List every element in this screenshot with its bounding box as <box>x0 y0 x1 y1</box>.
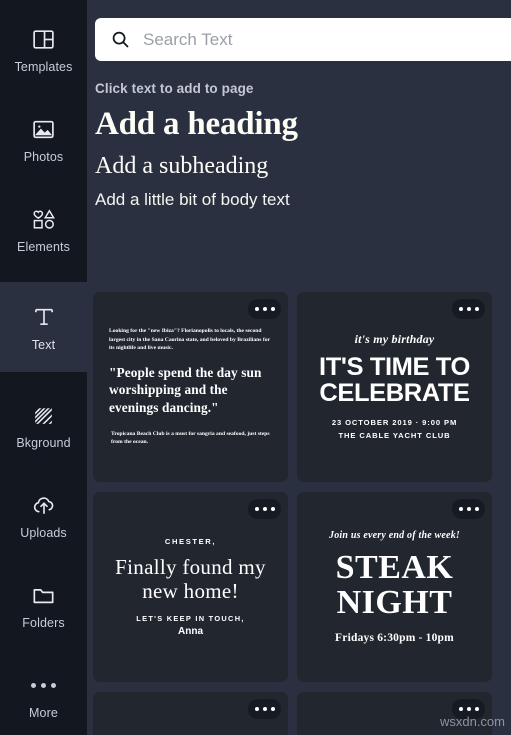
sidebar-label-folders: Folders <box>22 616 65 631</box>
card-more-dots-icon[interactable] <box>248 499 281 519</box>
template-text-name: Anna <box>178 626 203 638</box>
search-input[interactable] <box>143 24 511 55</box>
template-text-date: 23 OCTOBER 2019 · 9:00 PM <box>331 417 458 427</box>
card-more-dots-icon[interactable] <box>248 699 281 719</box>
app-root: Templates Photos Elements Text Bkground … <box>0 0 511 735</box>
sidebar-item-elements[interactable]: Elements <box>0 184 87 274</box>
add-body-text-option[interactable]: Add a little bit of body text <box>95 184 501 210</box>
sidebar-label-photos: Photos <box>23 150 64 165</box>
sidebar-item-uploads[interactable]: Uploads <box>0 470 87 560</box>
sidebar-item-text[interactable]: Text <box>0 282 87 372</box>
card-more-dots-icon[interactable] <box>452 299 485 319</box>
template-card[interactable]: it's my birthday IT'S TIME TO CELEBRATE … <box>297 292 492 482</box>
photos-icon <box>29 114 59 144</box>
add-heading-option[interactable]: Add a heading <box>95 104 501 149</box>
template-card[interactable] <box>297 692 492 735</box>
sidebar-label-bkground: Bkground <box>16 436 71 451</box>
template-text-kicker: CHESTER, <box>164 536 217 546</box>
sidebar-group-top: Templates Photos Elements <box>0 0 87 282</box>
template-card[interactable]: Join us every end of the week! STEAK NIG… <box>297 492 492 682</box>
sidebar-label-text: Text <box>31 338 56 353</box>
background-icon <box>29 400 59 430</box>
elements-icon <box>29 204 59 234</box>
template-text-signoff: LET'S KEEP IN TOUCH, <box>136 614 245 624</box>
search-icon <box>109 29 131 51</box>
folders-icon <box>29 580 59 610</box>
template-card-content: it's my birthday IT'S TIME TO CELEBRATE … <box>297 292 492 482</box>
template-text-title: IT'S TIME TO CELEBRATE <box>319 352 470 407</box>
sidebar-label-elements: Elements <box>17 240 70 255</box>
left-sidebar: Templates Photos Elements Text Bkground … <box>0 0 87 735</box>
panel-hint: Click text to add to page <box>95 81 254 96</box>
sidebar-item-templates[interactable]: Templates <box>0 4 87 94</box>
template-text-title: STEAK NIGHT <box>335 548 454 621</box>
template-card[interactable] <box>93 692 288 735</box>
template-card-content: CHESTER, Finally found my new home! LET'… <box>93 492 288 682</box>
card-more-dots-icon[interactable] <box>452 499 485 519</box>
sidebar-label-uploads: Uploads <box>20 526 67 541</box>
more-dots-icon <box>31 670 56 700</box>
search-bar[interactable] <box>95 18 511 61</box>
templates-icon <box>29 24 59 54</box>
template-text-script: it's my birthday <box>354 331 435 346</box>
template-text-intro: Looking for the "new Ibiza"? Florianopol… <box>109 328 270 351</box>
template-text-footer: Tropicana Beach Club is a must for sangr… <box>111 431 270 446</box>
template-card[interactable]: CHESTER, Finally found my new home! LET'… <box>93 492 288 682</box>
sidebar-item-more[interactable]: More <box>0 650 87 735</box>
uploads-icon <box>29 490 59 520</box>
sidebar-item-folders[interactable]: Folders <box>0 560 87 650</box>
template-card[interactable]: Looking for the "new Ibiza"? Florianopol… <box>93 292 288 482</box>
template-text-venue: THE CABLE YACHT CLUB <box>338 430 451 440</box>
template-grid: Looking for the "new Ibiza"? Florianopol… <box>93 292 511 735</box>
sidebar-label-templates: Templates <box>14 60 73 75</box>
template-text-main: Finally found my new home! <box>115 554 266 603</box>
sidebar-item-photos[interactable]: Photos <box>0 94 87 184</box>
card-more-dots-icon[interactable] <box>248 299 281 319</box>
text-style-list: Add a heading Add a subheading Add a lit… <box>95 104 501 210</box>
template-text-quote: "People spend the day sun worshipping an… <box>109 364 262 415</box>
template-text-footer: Fridays 6:30pm - 10pm <box>335 632 454 645</box>
template-text-kicker: Join us every end of the week! <box>329 529 460 541</box>
add-subheading-option[interactable]: Add a subheading <box>95 149 501 184</box>
text-icon <box>29 302 59 332</box>
card-more-dots-icon[interactable] <box>452 699 485 719</box>
sidebar-group-active: Text <box>0 282 87 372</box>
search-bar-container <box>95 18 511 61</box>
text-panel: Click text to add to page Add a heading … <box>87 0 511 735</box>
sidebar-group-bottom: Bkground Uploads Folders More <box>0 372 87 735</box>
template-card-content: Join us every end of the week! STEAK NIG… <box>297 492 492 682</box>
template-card-content: Looking for the "new Ibiza"? Florianopol… <box>93 292 288 482</box>
sidebar-label-more: More <box>29 706 58 721</box>
sidebar-item-bkground[interactable]: Bkground <box>0 380 87 470</box>
